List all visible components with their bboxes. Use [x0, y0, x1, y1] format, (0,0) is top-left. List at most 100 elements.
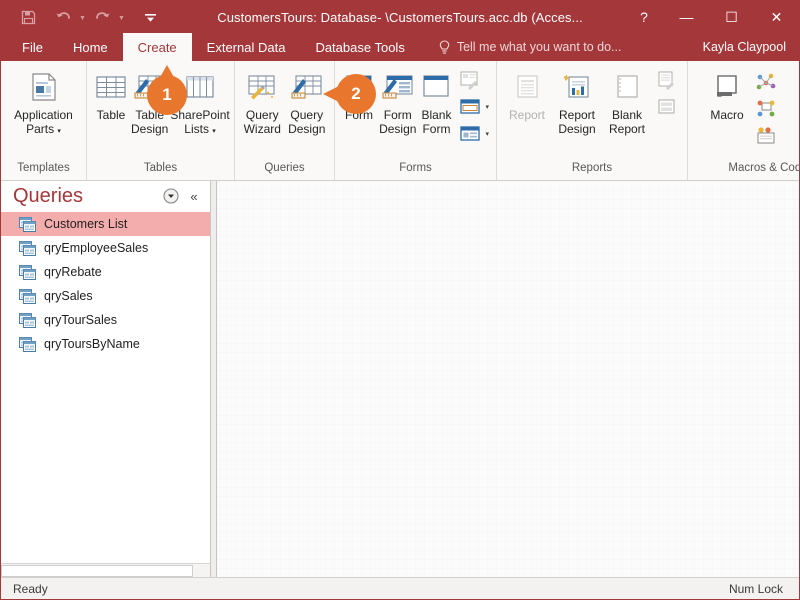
maximize-button[interactable]: ☐ — [709, 1, 754, 33]
tab-external-data[interactable]: External Data — [192, 33, 301, 61]
navigation-pane-title: Queries — [13, 185, 84, 207]
report-design-icon — [559, 69, 595, 105]
list-item[interactable]: qryEmployeeSales — [1, 236, 210, 260]
ribbon-group-templates: Application Parts ▾ Templates — [1, 61, 87, 180]
ribbon-button-macro[interactable]: Macro — [702, 65, 752, 122]
lightbulb-icon — [438, 39, 451, 55]
minimize-button[interactable]: — — [664, 1, 709, 33]
ribbon-button-label2: Design — [288, 122, 326, 136]
tab-database-tools[interactable]: Database Tools — [300, 33, 419, 61]
undo-dropdown-caret[interactable]: ▼ — [76, 5, 89, 29]
callout-badge-1: 1 — [147, 65, 187, 115]
list-item-label: qryRebate — [44, 265, 102, 279]
ribbon-button-label: Report — [558, 108, 596, 122]
list-item[interactable]: qryToursByName — [1, 332, 210, 356]
ribbon-button-label2: Form — [422, 122, 451, 136]
list-item[interactable]: Customers List — [1, 212, 210, 236]
navigation-pane-collapse-button[interactable]: « — [184, 186, 204, 206]
more-forms-icon — [457, 122, 483, 146]
list-item-label: qryTourSales — [44, 313, 117, 327]
undo-icon[interactable] — [50, 5, 76, 29]
num-lock-indicator: Num Lock — [728, 581, 783, 596]
ribbon-button-form-wizard[interactable] — [457, 68, 489, 92]
ribbon-button-label2: Parts — [26, 122, 55, 136]
forms-small-buttons: ▾ ▾ — [455, 65, 491, 146]
tab-create[interactable]: Create — [122, 33, 192, 61]
chevron-down-icon[interactable]: ▾ — [57, 128, 61, 135]
main-content-area[interactable] — [217, 181, 799, 577]
list-item-label: qryEmployeeSales — [44, 241, 149, 255]
ribbon-button-blank-form[interactable]: Blank Form — [417, 65, 455, 136]
ribbon-group-label-tables: Tables — [143, 162, 178, 174]
ribbon-group-queries: Query Wizard Query Design Queries — [235, 61, 335, 180]
query-icon — [19, 336, 36, 352]
query-wizard-icon — [244, 69, 280, 105]
account-user-name[interactable]: Kayla Claypool — [703, 33, 786, 61]
ribbon: Application Parts ▾ Templates Table Tabl… — [1, 61, 799, 181]
labels-icon — [654, 95, 680, 119]
visual-basic-icon[interactable] — [752, 123, 780, 149]
class-module-icon[interactable] — [752, 96, 780, 122]
ribbon-button-report-design[interactable]: Report Design — [552, 65, 602, 136]
tab-home[interactable]: Home — [58, 33, 123, 61]
code-small-buttons — [752, 65, 780, 149]
ribbon-tab-bar: File Home Create External Data Database … — [1, 33, 799, 61]
ribbon-group-label-macros-code: Macros & Code — [728, 162, 799, 174]
ribbon-button-label2: Lists — [184, 122, 209, 136]
ribbon-button-label: Application — [14, 108, 73, 122]
close-button[interactable]: ✕ — [754, 1, 799, 33]
chevron-down-icon[interactable]: ▾ — [485, 103, 489, 111]
list-item[interactable]: qrySales — [1, 284, 210, 308]
ribbon-button-label2: Design — [379, 122, 417, 136]
ribbon-button-label: Form — [383, 108, 412, 122]
ribbon-button-label: Blank — [611, 108, 643, 122]
navigation-pane-menu-button[interactable] — [161, 186, 181, 206]
tell-me-search[interactable]: Tell me what you want to do... — [420, 33, 621, 61]
chevron-down-icon[interactable]: ▾ — [212, 128, 216, 135]
ribbon-button-report-wizard[interactable] — [654, 68, 680, 92]
application-parts-icon — [26, 69, 62, 105]
ribbon-button-label: Report — [508, 108, 546, 122]
redo-dropdown-caret[interactable]: ▼ — [115, 5, 128, 29]
ribbon-button-table[interactable]: Table — [92, 65, 130, 122]
module-icon[interactable] — [752, 69, 780, 95]
navigation-pane-horizontal-scrollbar[interactable] — [1, 563, 210, 577]
ribbon-button-form-design[interactable]: Form Design — [378, 65, 417, 136]
help-button[interactable]: ? — [624, 1, 664, 33]
ribbon-group-label-forms: Forms — [399, 162, 432, 174]
ribbon-button-labels[interactable] — [654, 95, 680, 119]
save-icon[interactable] — [15, 5, 41, 29]
ribbon-button-query-wizard[interactable]: Query Wizard — [240, 65, 285, 136]
query-design-icon — [289, 69, 325, 105]
tab-file[interactable]: File — [7, 33, 58, 61]
callout-badge-2: 2 — [323, 74, 376, 114]
list-item[interactable]: qryTourSales — [1, 308, 210, 332]
navigation-icon — [457, 95, 483, 119]
ribbon-group-label-reports: Reports — [571, 162, 613, 174]
redo-icon[interactable] — [89, 5, 115, 29]
query-icon — [19, 288, 36, 304]
callout-badge-1-number: 1 — [147, 75, 187, 115]
form-wizard-icon — [457, 68, 483, 92]
query-icon — [19, 264, 36, 280]
navigation-pane-header: Queries « — [1, 181, 210, 211]
ribbon-button-more-forms[interactable]: ▾ — [457, 122, 489, 146]
query-icon — [19, 240, 36, 256]
ribbon-button-label2: Report — [608, 122, 646, 136]
callout-badge-2-number: 2 — [336, 74, 376, 114]
ribbon-button-label: Query — [290, 108, 324, 122]
chevron-down-icon[interactable]: ▾ — [485, 130, 489, 138]
reports-small-buttons — [652, 65, 682, 119]
ribbon-button-application-parts[interactable]: Application Parts ▾ — [6, 65, 81, 136]
table-icon — [93, 69, 129, 105]
ribbon-button-label2: Design — [131, 122, 169, 136]
scrollbar-thumb[interactable] — [1, 565, 193, 577]
ribbon-button-blank-report[interactable]: Blank Report — [602, 65, 652, 136]
customize-quick-access-icon[interactable] — [137, 5, 163, 29]
navigation-pane: Queries « Customers List qryEmployeeSale… — [1, 181, 211, 577]
ribbon-group-reports: Report Report Design Blank Report Report… — [497, 61, 688, 180]
ribbon-button-navigation[interactable]: ▾ — [457, 95, 489, 119]
list-item[interactable]: qryRebate — [1, 260, 210, 284]
ribbon-button-report[interactable]: Report — [502, 65, 552, 122]
ribbon-group-label-queries: Queries — [264, 162, 305, 174]
